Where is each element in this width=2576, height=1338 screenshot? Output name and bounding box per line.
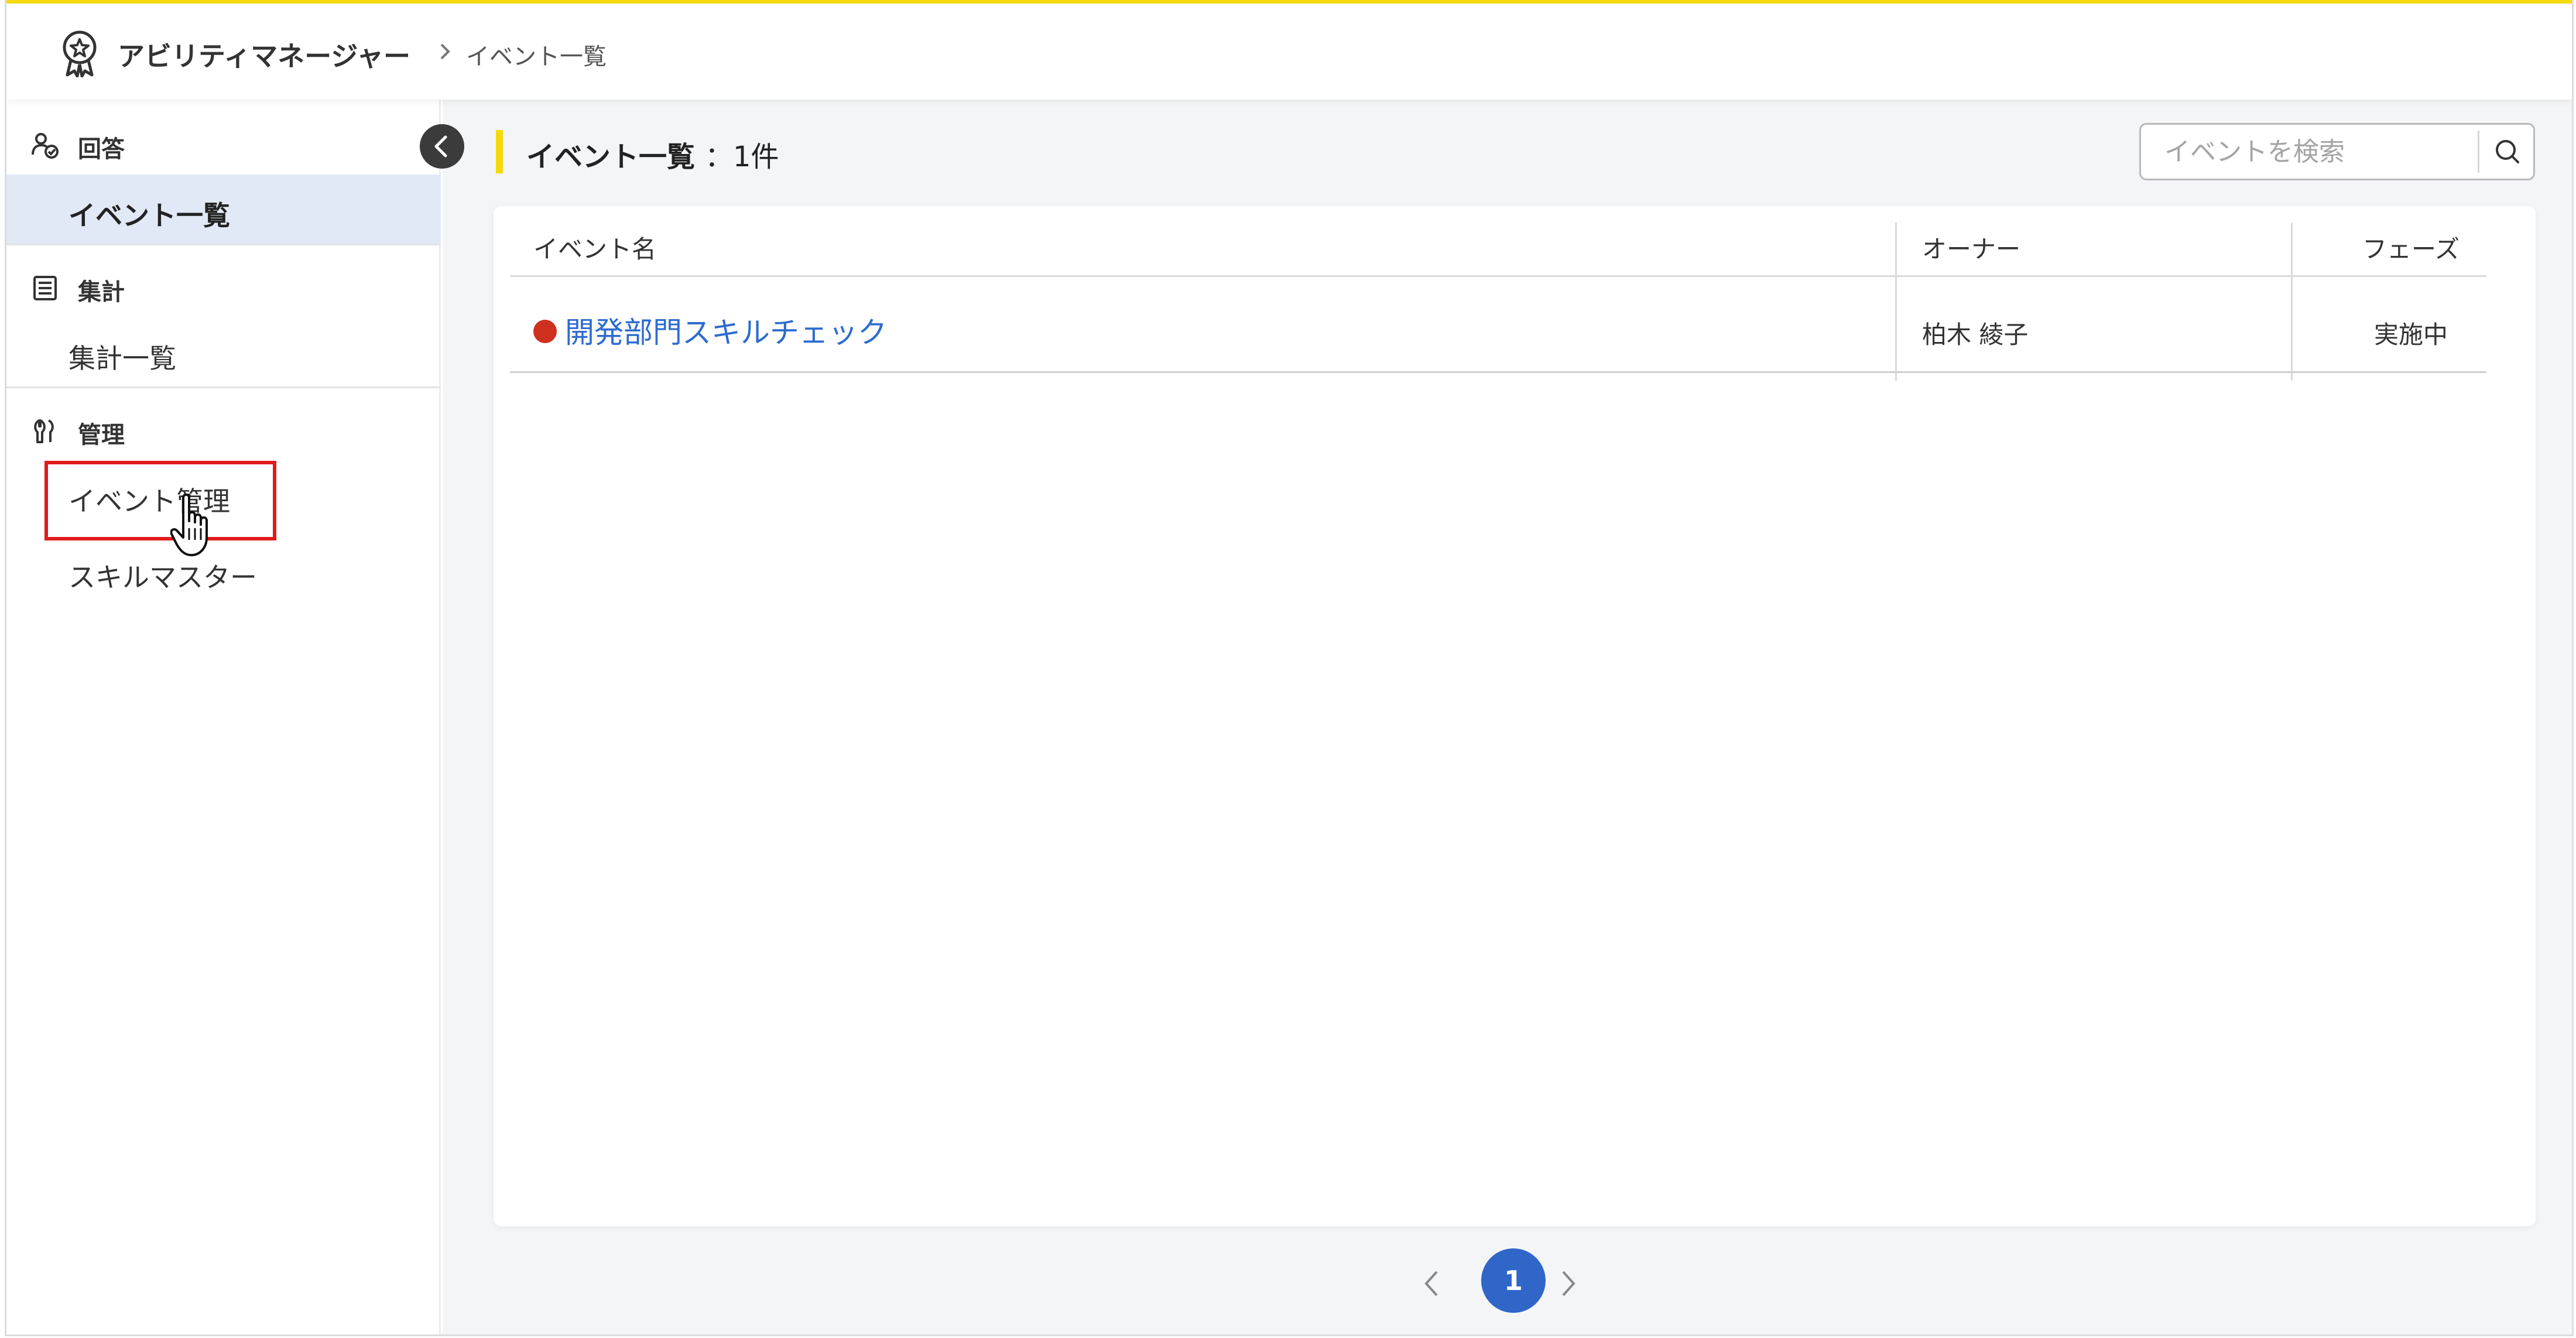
search-box	[2139, 123, 2535, 180]
column-header-owner[interactable]: オーナー	[1922, 206, 2273, 275]
sidebar-item-skill-master[interactable]: スキルマスター	[6, 536, 441, 605]
chevron-right-icon	[1562, 1271, 1575, 1296]
column-header-event-name[interactable]: イベント名	[533, 206, 1880, 275]
app-header: アビリティマネージャー イベント一覧	[6, 4, 2572, 100]
sidebar-item-label: イベント一覧	[68, 200, 230, 231]
pagination-next-button[interactable]	[1553, 1260, 1582, 1307]
sidebar-section-label: 集計	[78, 279, 125, 306]
chevron-left-icon	[1424, 1271, 1438, 1296]
sidebar-section-label: 管理	[78, 422, 125, 449]
sidebar-item-label: スキルマスター	[68, 562, 257, 593]
pagination-page-1[interactable]: 1	[1481, 1248, 1546, 1313]
person-check-icon	[32, 133, 59, 159]
event-table: イベント名 オーナー フェーズ 開発部門スキルチェック 柏木 綾子 実施中	[494, 206, 2536, 1226]
breadcrumb-separator-icon	[440, 43, 450, 60]
sidebar-section-answer: 回答	[6, 115, 441, 167]
column-header-phase[interactable]: フェーズ	[2320, 206, 2502, 275]
search-button[interactable]	[2481, 125, 2535, 179]
search-divider	[2478, 131, 2479, 173]
column-divider	[2291, 223, 2293, 381]
hand-pointer-cursor-icon	[170, 493, 208, 556]
column-divider	[1895, 223, 1897, 381]
event-owner: 柏木 綾子	[1922, 320, 2029, 349]
search-icon	[2496, 140, 2519, 163]
sidebar-item-aggregate-list[interactable]: 集計一覧	[6, 317, 441, 386]
wrench-icon	[34, 419, 54, 443]
row-divider	[510, 371, 2486, 373]
sidebar-collapse-button[interactable]	[420, 124, 464, 169]
status-dot-indicator	[533, 320, 557, 343]
list-document-icon	[33, 276, 57, 300]
award-badge-icon	[63, 30, 97, 77]
sidebar-item-label: 集計一覧	[68, 343, 176, 374]
search-input[interactable]	[2141, 125, 2477, 179]
sidebar-item-event-list[interactable]: イベント一覧	[6, 174, 441, 244]
sidebar-section-admin: 管理	[6, 401, 441, 453]
sidebar-divider	[6, 244, 441, 245]
event-phase: 実施中	[2373, 320, 2448, 349]
title-accent-bar	[496, 130, 503, 173]
header-row-divider	[510, 275, 2486, 277]
result-count: ：1件	[705, 141, 779, 173]
sidebar-divider	[6, 386, 441, 388]
breadcrumb-current: イベント一覧	[466, 43, 607, 70]
sidebar: 回答 イベント一覧 集計 集計一覧 管理 イベント管理 スキルマスター	[6, 100, 441, 1334]
app-window: アビリティマネージャー イベント一覧 回答 イベント一覧 集計 集計一覧 管理 …	[5, 0, 2574, 1336]
highlight-annotation-box	[44, 461, 276, 540]
pagination-prev-button[interactable]	[1417, 1260, 1447, 1307]
sidebar-section-aggregate: 集計	[6, 258, 441, 310]
chevron-left-icon	[434, 135, 447, 158]
sidebar-section-label: 回答	[78, 136, 125, 163]
app-title[interactable]: アビリティマネージャー	[118, 35, 410, 74]
main-content: イベント一覧 ：1件 イベント名 オーナー フェーズ	[443, 100, 2572, 1334]
page-title: イベント一覧	[526, 141, 696, 173]
event-name-link[interactable]: 開発部門スキルチェック	[565, 309, 887, 351]
